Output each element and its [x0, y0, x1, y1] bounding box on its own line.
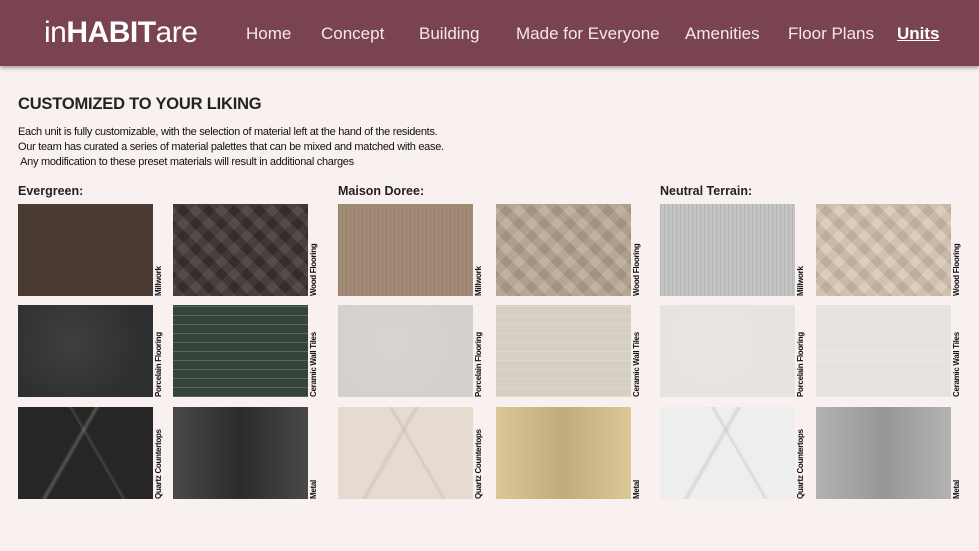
material-swatch-metal[interactable]: [173, 407, 308, 499]
material-label-millwork: Millwork: [154, 266, 163, 296]
intro-line: Our team has curated a series of materia…: [18, 141, 444, 153]
intro-line: Each unit is fully customizable, with th…: [18, 126, 438, 138]
material-swatch-millwork[interactable]: [660, 204, 795, 296]
material-swatch-wood-flooring[interactable]: [816, 204, 951, 296]
palette-title-neutral-terrain: Neutral Terrain:: [660, 184, 753, 198]
material-label-quartz-countertops: Quartz Countertops: [474, 429, 483, 499]
material-label-ceramic-wall-tiles: Ceramic Wall Tiles: [952, 332, 961, 397]
material-swatch-quartz-countertops[interactable]: [660, 407, 795, 499]
material-label-porcelain-flooring: Porcelain Flooring: [154, 332, 163, 397]
brand-logo[interactable]: inHABITare: [44, 16, 198, 50]
material-label-ceramic-wall-tiles: Ceramic Wall Tiles: [309, 332, 318, 397]
intro-line: Any modification to these preset materia…: [18, 156, 354, 168]
material-label-quartz-countertops: Quartz Countertops: [154, 429, 163, 499]
nav-link-concept[interactable]: Concept: [321, 24, 384, 44]
material-swatch-ceramic-wall-tiles[interactable]: [816, 305, 951, 397]
nav-link-floor-plans[interactable]: Floor Plans: [788, 24, 874, 44]
brand-suffix: are: [155, 16, 198, 49]
material-swatch-quartz-countertops[interactable]: [18, 407, 153, 499]
material-swatch-wood-flooring[interactable]: [496, 204, 631, 296]
material-label-porcelain-flooring: Porcelain Flooring: [474, 332, 483, 397]
page-title: CUSTOMIZED TO YOUR LIKING: [18, 95, 262, 113]
material-label-metal: Metal: [309, 480, 318, 499]
material-swatch-porcelain-flooring[interactable]: [660, 305, 795, 397]
material-label-millwork: Millwork: [796, 266, 805, 296]
material-swatch-ceramic-wall-tiles[interactable]: [173, 305, 308, 397]
material-label-metal: Metal: [632, 480, 641, 499]
material-label-wood-flooring: Wood Flooring: [632, 243, 641, 296]
material-swatch-metal[interactable]: [496, 407, 631, 499]
nav-link-home[interactable]: Home: [246, 24, 291, 44]
material-swatch-metal[interactable]: [816, 407, 951, 499]
material-label-metal: Metal: [952, 480, 961, 499]
material-label-millwork: Millwork: [474, 266, 483, 296]
material-swatch-porcelain-flooring[interactable]: [338, 305, 473, 397]
brand-prefix: in: [44, 16, 67, 49]
material-label-wood-flooring: Wood Flooring: [309, 243, 318, 296]
material-label-wood-flooring: Wood Flooring: [952, 243, 961, 296]
nav-link-made-for-everyone[interactable]: Made for Everyone: [516, 24, 660, 44]
nav-link-building[interactable]: Building: [419, 24, 480, 44]
palette-title-maison-doree: Maison Doree:: [338, 184, 425, 198]
nav-link-units[interactable]: Units: [897, 24, 940, 44]
material-swatch-millwork[interactable]: [338, 204, 473, 296]
material-swatch-wood-flooring[interactable]: [173, 204, 308, 296]
material-swatch-ceramic-wall-tiles[interactable]: [496, 305, 631, 397]
intro-text: Each unit is fully customizable, with th…: [18, 125, 498, 170]
material-label-ceramic-wall-tiles: Ceramic Wall Tiles: [632, 332, 641, 397]
material-label-porcelain-flooring: Porcelain Flooring: [796, 332, 805, 397]
nav-link-amenities[interactable]: Amenities: [685, 24, 760, 44]
brand-bold: HABIT: [66, 16, 156, 49]
material-swatch-porcelain-flooring[interactable]: [18, 305, 153, 397]
top-nav-bar: inHABITare Home Concept Building Made fo…: [0, 0, 979, 66]
material-label-quartz-countertops: Quartz Countertops: [796, 429, 805, 499]
material-swatch-millwork[interactable]: [18, 204, 153, 296]
palette-title-evergreen: Evergreen:: [18, 184, 84, 198]
material-swatch-quartz-countertops[interactable]: [338, 407, 473, 499]
